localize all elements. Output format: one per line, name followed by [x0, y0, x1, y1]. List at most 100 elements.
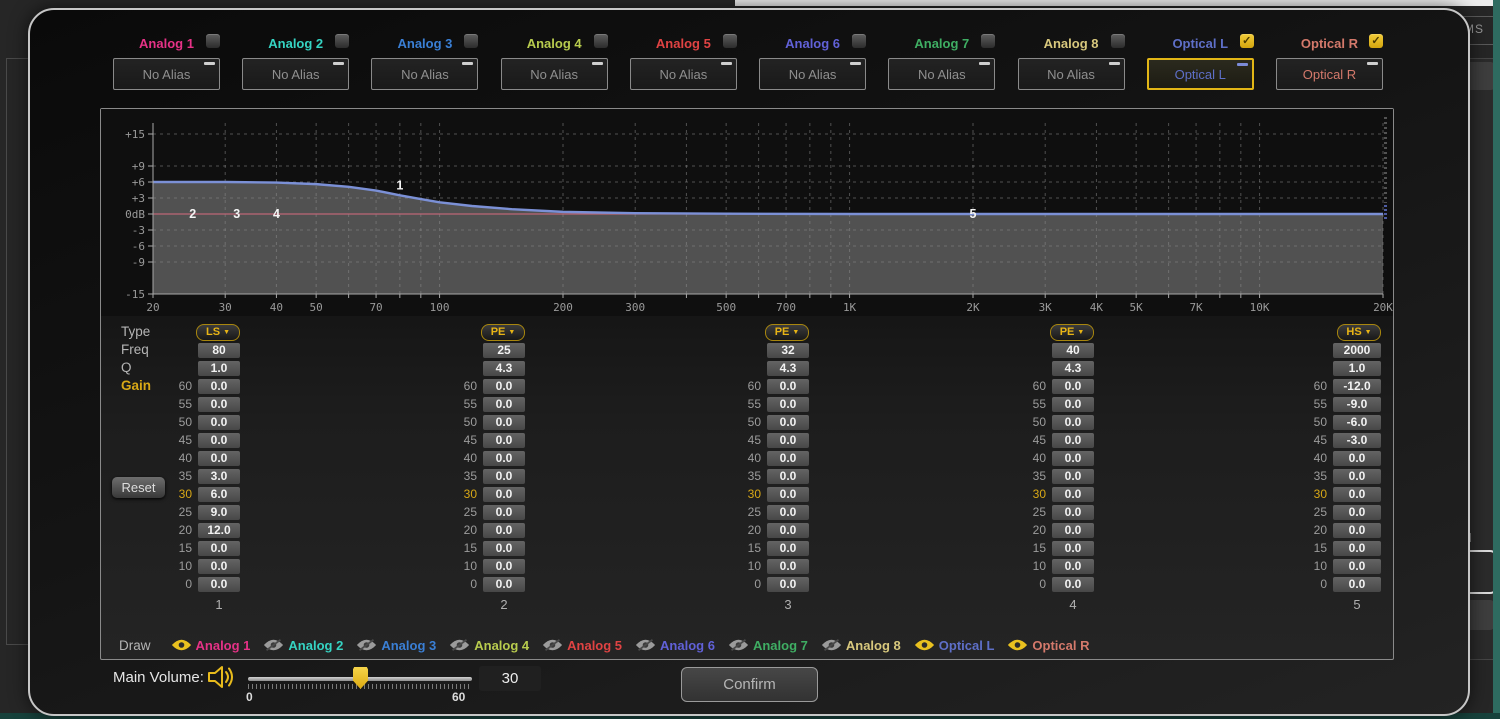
alias-field-optical-l[interactable]: Optical L	[1147, 58, 1254, 90]
band-1-gain-field-35[interactable]: 3.0	[198, 469, 240, 484]
alias-field-analog-3[interactable]: No Alias	[371, 58, 478, 90]
band-2-q-field[interactable]: 4.3	[483, 361, 525, 376]
channel-checkbox-analog-6[interactable]	[852, 34, 866, 48]
band-3-gain-field-25[interactable]: 0.0	[767, 505, 809, 520]
band-2-gain-field-60[interactable]: 0.0	[483, 379, 525, 394]
band-3-gain-field-40[interactable]: 0.0	[767, 451, 809, 466]
band-5-gain-field-25[interactable]: 0.0	[1333, 505, 1381, 520]
band-2-gain-field-15[interactable]: 0.0	[483, 541, 525, 556]
channel-label-analog-3[interactable]: Analog 3	[371, 36, 478, 51]
band-1-gain-field-45[interactable]: 0.0	[198, 433, 240, 448]
channel-checkbox-analog-4[interactable]	[594, 34, 608, 48]
band-1-gain-field-25[interactable]: 9.0	[198, 505, 240, 520]
band-2-gain-field-50[interactable]: 0.0	[483, 415, 525, 430]
reset-button[interactable]: Reset	[112, 477, 165, 498]
channel-label-analog-6[interactable]: Analog 6	[759, 36, 866, 51]
band-3-freq-field[interactable]: 32	[767, 343, 809, 358]
band-4-gain-field-30[interactable]: 0.0	[1052, 487, 1094, 502]
draw-toggle-analog-3[interactable]: Analog 3	[356, 638, 436, 653]
channel-label-analog-5[interactable]: Analog 5	[630, 36, 737, 51]
band-3-gain-field-15[interactable]: 0.0	[767, 541, 809, 556]
channel-checkbox-analog-8[interactable]	[1111, 34, 1125, 48]
channel-checkbox-analog-7[interactable]	[981, 34, 995, 48]
alias-field-analog-8[interactable]: No Alias	[1018, 58, 1125, 90]
draw-toggle-analog-6[interactable]: Analog 6	[635, 638, 715, 653]
alias-field-analog-2[interactable]: No Alias	[242, 58, 349, 90]
band-3-gain-field-50[interactable]: 0.0	[767, 415, 809, 430]
band-5-q-field[interactable]: 1.0	[1333, 361, 1381, 376]
band-1-gain-field-30[interactable]: 6.0	[198, 487, 240, 502]
channel-label-analog-7[interactable]: Analog 7	[888, 36, 995, 51]
band-3-gain-field-20[interactable]: 0.0	[767, 523, 809, 538]
alias-field-optical-r[interactable]: Optical R	[1276, 58, 1383, 90]
band-1-gain-field-15[interactable]: 0.0	[198, 541, 240, 556]
band-5-gain-field-0[interactable]: 0.0	[1333, 577, 1381, 592]
band-5-freq-field[interactable]: 2000	[1333, 343, 1381, 358]
band-2-gain-field-10[interactable]: 0.0	[483, 559, 525, 574]
channel-label-analog-1[interactable]: Analog 1	[113, 36, 220, 51]
band-2-gain-field-40[interactable]: 0.0	[483, 451, 525, 466]
band-3-gain-field-45[interactable]: 0.0	[767, 433, 809, 448]
channel-label-analog-8[interactable]: Analog 8	[1018, 36, 1125, 51]
band-2-gain-field-35[interactable]: 0.0	[483, 469, 525, 484]
channel-checkbox-analog-3[interactable]	[464, 34, 478, 48]
band-5-gain-field-45[interactable]: -3.0	[1333, 433, 1381, 448]
band-4-gain-field-0[interactable]: 0.0	[1052, 577, 1094, 592]
band-4-freq-field[interactable]: 40	[1052, 343, 1094, 358]
band-3-gain-field-60[interactable]: 0.0	[767, 379, 809, 394]
band-4-gain-field-60[interactable]: 0.0	[1052, 379, 1094, 394]
band-1-q-field[interactable]: 1.0	[198, 361, 240, 376]
band-3-q-field[interactable]: 4.3	[767, 361, 809, 376]
band-5-type-dropdown[interactable]: HS▼	[1337, 324, 1381, 341]
draw-toggle-analog-5[interactable]: Analog 5	[542, 638, 622, 653]
band-5-gain-field-20[interactable]: 0.0	[1333, 523, 1381, 538]
channel-label-analog-4[interactable]: Analog 4	[501, 36, 608, 51]
band-1-freq-field[interactable]: 80	[198, 343, 240, 358]
channel-label-optical-r[interactable]: Optical R	[1276, 36, 1383, 51]
band-2-gain-field-0[interactable]: 0.0	[483, 577, 525, 592]
frequency-response-graph[interactable]: +15+9+6+30dB-3-6-9-152030405070100200300…	[101, 109, 1393, 316]
draw-toggle-analog-1[interactable]: Analog 1	[171, 638, 251, 653]
band-1-gain-field-55[interactable]: 0.0	[198, 397, 240, 412]
band-1-gain-field-10[interactable]: 0.0	[198, 559, 240, 574]
draw-toggle-analog-4[interactable]: Analog 4	[449, 638, 529, 653]
band-5-gain-field-10[interactable]: 0.0	[1333, 559, 1381, 574]
band-4-type-dropdown[interactable]: PE▼	[1050, 324, 1094, 341]
band-4-gain-field-40[interactable]: 0.0	[1052, 451, 1094, 466]
band-4-gain-field-50[interactable]: 0.0	[1052, 415, 1094, 430]
band-5-gain-field-40[interactable]: 0.0	[1333, 451, 1381, 466]
band-3-gain-field-35[interactable]: 0.0	[767, 469, 809, 484]
channel-label-optical-l[interactable]: Optical L	[1147, 36, 1254, 51]
draw-toggle-optical-l[interactable]: Optical L	[914, 638, 995, 653]
band-2-gain-field-45[interactable]: 0.0	[483, 433, 525, 448]
band-4-q-field[interactable]: 4.3	[1052, 361, 1094, 376]
band-5-gain-field-30[interactable]: 0.0	[1333, 487, 1381, 502]
band-1-gain-field-40[interactable]: 0.0	[198, 451, 240, 466]
band-1-type-dropdown[interactable]: LS▼	[196, 324, 240, 341]
band-3-gain-field-10[interactable]: 0.0	[767, 559, 809, 574]
band-2-gain-field-25[interactable]: 0.0	[483, 505, 525, 520]
alias-field-analog-1[interactable]: No Alias	[113, 58, 220, 90]
alias-field-analog-4[interactable]: No Alias	[501, 58, 608, 90]
band-3-type-dropdown[interactable]: PE▼	[765, 324, 809, 341]
volume-value-field[interactable]: 30	[479, 666, 541, 691]
channel-checkbox-optical-l[interactable]: ✓	[1240, 34, 1254, 48]
band-4-gain-field-45[interactable]: 0.0	[1052, 433, 1094, 448]
draw-toggle-optical-r[interactable]: Optical R	[1007, 638, 1089, 653]
alias-field-analog-6[interactable]: No Alias	[759, 58, 866, 90]
confirm-button[interactable]: Confirm	[681, 667, 818, 702]
band-2-type-dropdown[interactable]: PE▼	[481, 324, 525, 341]
channel-checkbox-analog-5[interactable]	[723, 34, 737, 48]
alias-field-analog-5[interactable]: No Alias	[630, 58, 737, 90]
band-5-gain-field-15[interactable]: 0.0	[1333, 541, 1381, 556]
channel-checkbox-optical-r[interactable]: ✓	[1369, 34, 1383, 48]
band-3-gain-field-55[interactable]: 0.0	[767, 397, 809, 412]
band-5-gain-field-60[interactable]: -12.0	[1333, 379, 1381, 394]
band-4-gain-field-55[interactable]: 0.0	[1052, 397, 1094, 412]
channel-label-analog-2[interactable]: Analog 2	[242, 36, 349, 51]
band-1-gain-field-60[interactable]: 0.0	[198, 379, 240, 394]
band-4-gain-field-20[interactable]: 0.0	[1052, 523, 1094, 538]
band-4-gain-field-10[interactable]: 0.0	[1052, 559, 1094, 574]
band-5-gain-field-50[interactable]: -6.0	[1333, 415, 1381, 430]
draw-toggle-analog-7[interactable]: Analog 7	[728, 638, 808, 653]
